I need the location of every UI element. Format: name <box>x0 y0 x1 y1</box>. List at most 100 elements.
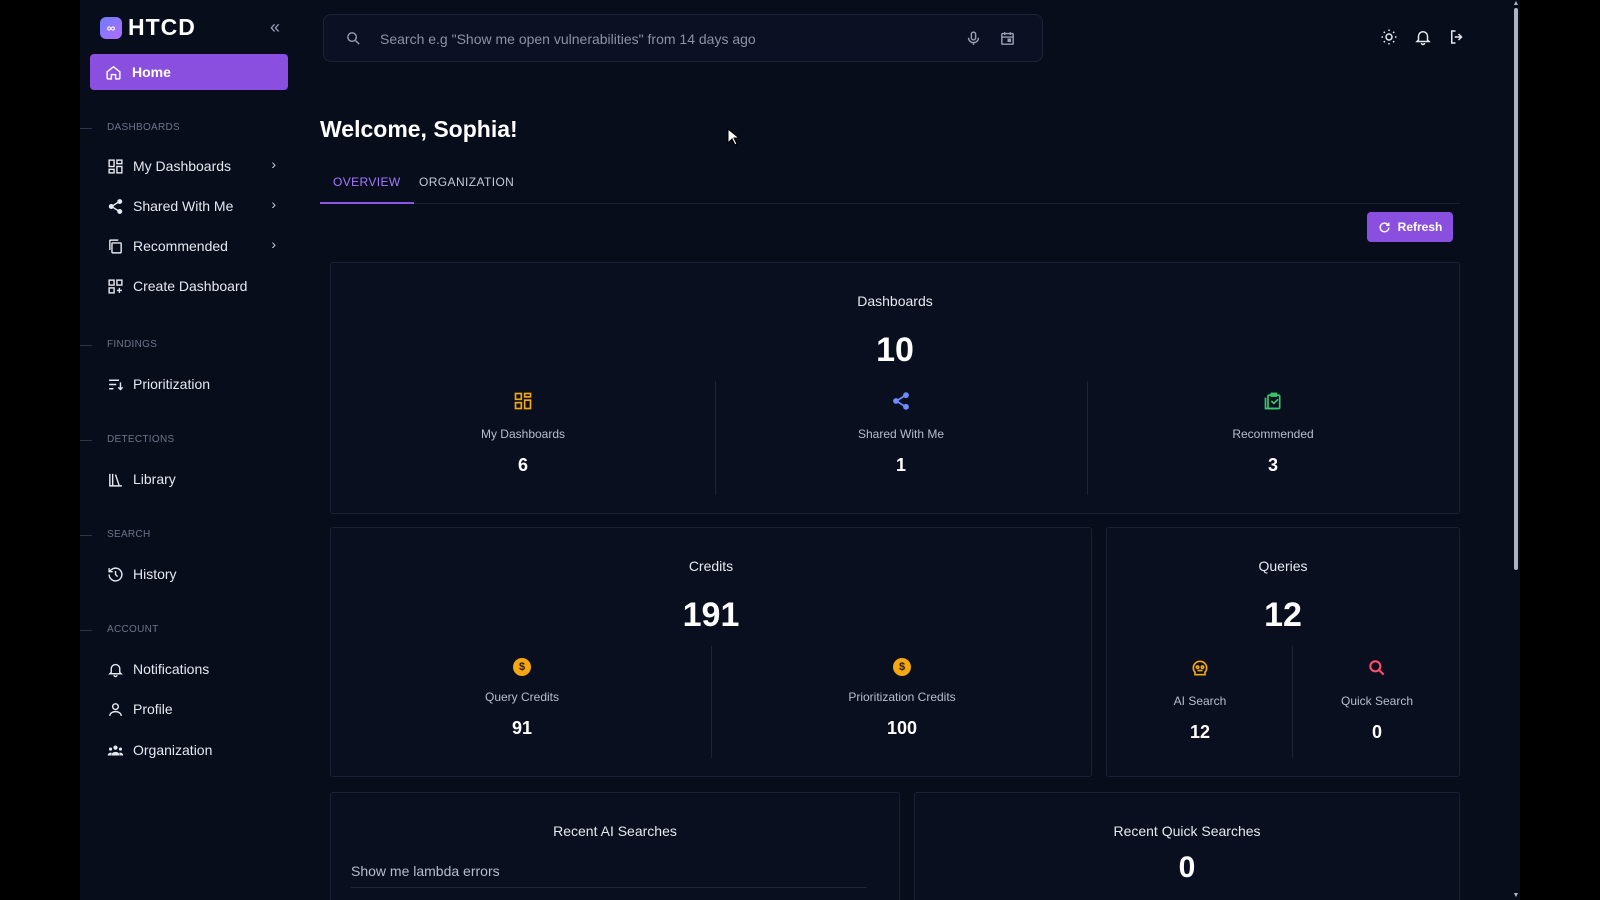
scrollbar[interactable]: ▲ ▼ <box>1512 0 1520 900</box>
sidebar-item-organization[interactable]: Organization <box>106 736 286 764</box>
section-label-findings: FINDINGS <box>80 339 300 350</box>
outer-margin <box>1520 0 1600 900</box>
sidebar-item-label: Home <box>132 64 171 80</box>
stat-value: 3 <box>1267 455 1278 475</box>
stat-ai-search[interactable]: AI Search 12 <box>1107 658 1293 743</box>
stat-shared-with-me[interactable]: Shared With Me 1 <box>715 391 1087 476</box>
dashboards-card: Dashboards 10 My Dashboards 6 Shared Wit… <box>330 262 1460 514</box>
sidebar: ∞ HTCD « Home DASHBOARDS My Dashboards ›… <box>80 0 300 900</box>
ai-brain-icon <box>1189 658 1211 680</box>
sidebar-item-label: History <box>133 566 177 582</box>
stat-query-credits[interactable]: $ Query Credits 91 <box>331 658 713 739</box>
sidebar-item-label: Shared With Me <box>133 198 234 214</box>
app-window: ∞ HTCD « Home DASHBOARDS My Dashboards ›… <box>80 0 1520 900</box>
sidebar-item-label: Organization <box>133 742 213 758</box>
sidebar-item-shared-with-me[interactable]: Shared With Me › <box>106 192 286 220</box>
sidebar-item-label: Profile <box>133 701 173 717</box>
stat-label: Shared With Me <box>857 427 945 441</box>
chevron-right-icon: › <box>271 236 276 252</box>
scroll-up-icon[interactable]: ▲ <box>1512 0 1520 8</box>
queries-card: Queries 12 AI Search 12 Quick Search 0 <box>1106 527 1460 777</box>
search-input[interactable] <box>380 27 940 51</box>
add-grid-icon <box>106 277 124 295</box>
stat-quick-search[interactable]: Quick Search 0 <box>1293 658 1461 743</box>
queries-total: 12 <box>1264 596 1302 634</box>
recent-ai-searches-card: Recent AI Searches Show me lambda errors <box>330 792 900 900</box>
refresh-label: Refresh <box>1397 220 1443 234</box>
credits-card: Credits 191 $ Query Credits 91 $ Priorit… <box>330 527 1092 777</box>
brand-name: HTCD <box>128 14 196 40</box>
theme-toggle-icon[interactable] <box>1380 28 1398 46</box>
scrollbar-thumb[interactable] <box>1514 8 1518 570</box>
credits-card-title: Credits <box>688 558 734 574</box>
stat-value: 12 <box>1189 722 1211 742</box>
microphone-icon[interactable] <box>964 29 982 47</box>
user-icon <box>106 700 124 718</box>
sidebar-item-profile[interactable]: Profile <box>106 695 286 723</box>
stat-label: AI Search <box>1173 694 1227 708</box>
sidebar-item-recommended[interactable]: Recommended › <box>106 232 286 260</box>
sidebar-item-my-dashboards[interactable]: My Dashboards › <box>106 152 286 180</box>
sidebar-item-home[interactable]: Home <box>90 54 288 90</box>
clipboard-check-icon <box>1262 391 1284 413</box>
sidebar-item-label: Notifications <box>133 661 210 677</box>
tab-overview[interactable]: OVERVIEW <box>320 170 414 204</box>
notifications-bell-icon[interactable] <box>1414 28 1432 46</box>
chevron-right-icon: › <box>271 156 276 172</box>
recent-ai-searches-title: Recent AI Searches <box>553 823 677 839</box>
brand-logo[interactable]: ∞ HTCD <box>100 14 196 41</box>
refresh-button[interactable]: Refresh <box>1367 212 1453 242</box>
grid-icon <box>106 157 124 175</box>
coin-icon: $ <box>893 658 911 676</box>
stat-label: My Dashboards <box>480 427 566 441</box>
logout-icon[interactable] <box>1448 28 1466 46</box>
stat-recommended[interactable]: Recommended 3 <box>1087 391 1459 476</box>
stat-value: 91 <box>511 718 533 738</box>
sidebar-item-create-dashboard[interactable]: Create Dashboard <box>106 272 286 300</box>
search-icon <box>344 29 362 47</box>
list-item[interactable]: Show me lambda errors <box>351 863 867 888</box>
search-icon <box>1366 658 1388 680</box>
search-bar <box>323 14 1043 62</box>
stat-value: 1 <box>895 455 906 475</box>
sidebar-item-label: My Dashboards <box>133 158 232 174</box>
credits-total: 191 <box>682 596 740 634</box>
logo-icon: ∞ <box>100 16 122 39</box>
sidebar-item-label: Create Dashboard <box>133 278 248 294</box>
top-toolbar <box>1380 28 1466 46</box>
grid-icon <box>512 391 534 413</box>
dashboards-card-title: Dashboards <box>857 293 933 309</box>
sidebar-item-notifications[interactable]: Notifications <box>106 655 286 683</box>
tab-organization[interactable]: ORGANIZATION <box>406 170 527 204</box>
sidebar-item-label: Prioritization <box>133 376 211 392</box>
share-icon <box>890 391 912 413</box>
section-label-account: ACCOUNT <box>80 624 300 635</box>
sidebar-item-label: Library <box>133 471 176 487</box>
recent-quick-searches-count: 0 <box>1178 851 1196 884</box>
history-icon <box>106 565 124 583</box>
sidebar-item-label: Recommended <box>133 238 228 254</box>
stat-label: Prioritization Credits <box>848 690 956 704</box>
stat-value: 6 <box>517 455 528 475</box>
stat-value: 100 <box>886 718 918 738</box>
calendar-icon[interactable] <box>998 29 1016 47</box>
sidebar-item-history[interactable]: History <box>106 560 286 588</box>
scroll-down-icon[interactable]: ▼ <box>1512 892 1520 900</box>
queries-card-title: Queries <box>1258 558 1308 574</box>
stat-value: 0 <box>1371 722 1382 742</box>
copy-icon <box>106 237 124 255</box>
sidebar-item-library[interactable]: Library <box>106 465 286 493</box>
stat-prioritization-credits[interactable]: $ Prioritization Credits 100 <box>711 658 1093 739</box>
stat-my-dashboards[interactable]: My Dashboards 6 <box>331 391 715 476</box>
refresh-icon <box>1378 220 1392 234</box>
collapse-sidebar-icon[interactable]: « <box>264 16 286 38</box>
dashboards-total: 10 <box>876 331 914 369</box>
section-label-dashboards: DASHBOARDS <box>80 122 300 133</box>
section-label-detections: DETECTIONS <box>80 434 300 445</box>
sidebar-item-prioritization[interactable]: Prioritization <box>106 370 286 398</box>
library-icon <box>106 470 124 488</box>
page-title: Welcome, Sophia! <box>320 116 518 142</box>
stat-label: Query Credits <box>484 690 560 704</box>
tab-bar: OVERVIEW ORGANIZATION <box>320 170 1460 204</box>
recent-quick-searches-card: Recent Quick Searches 0 <box>914 792 1460 900</box>
